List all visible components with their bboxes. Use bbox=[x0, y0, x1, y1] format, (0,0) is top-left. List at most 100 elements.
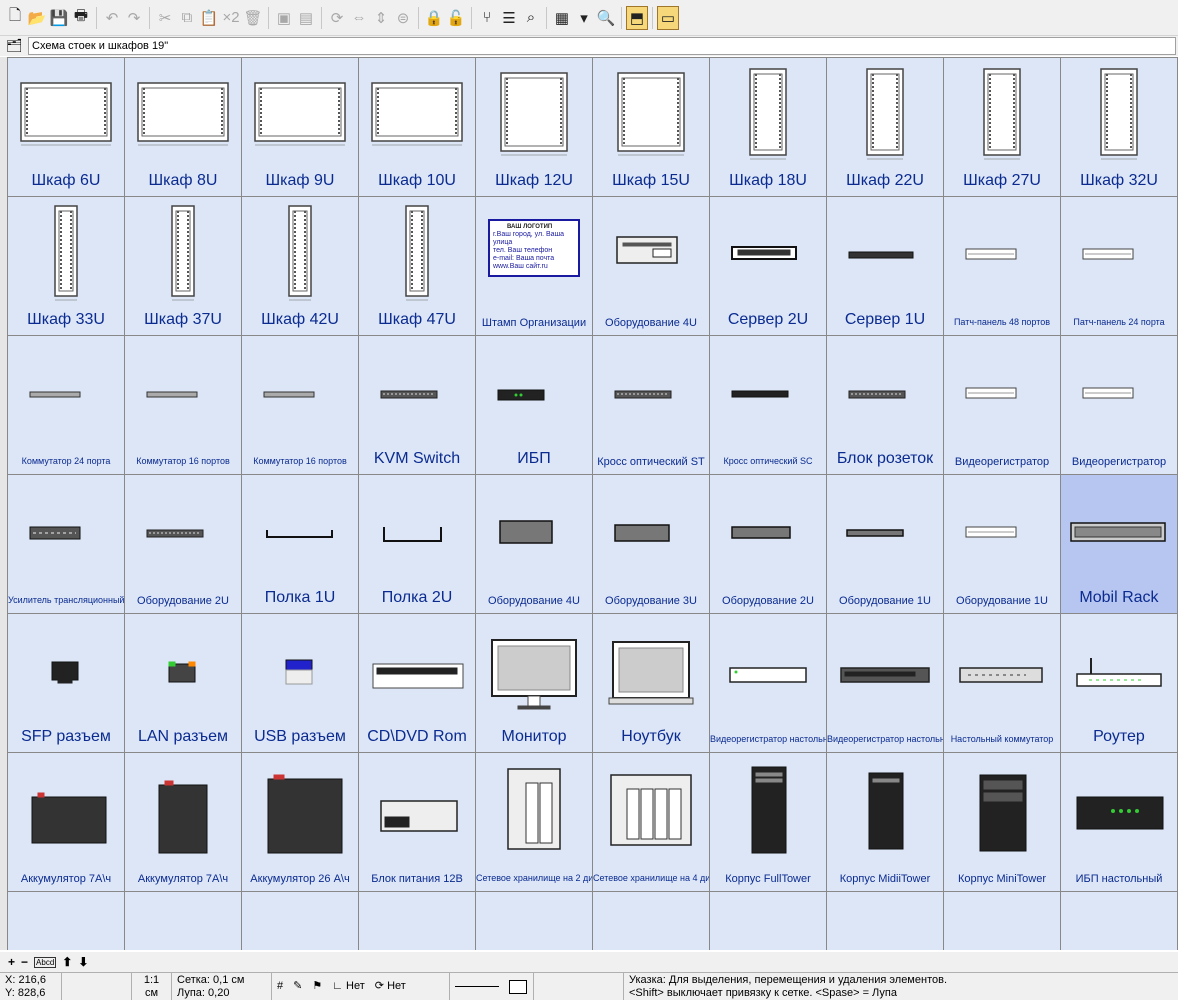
library-item[interactable]: Корпус MidiiTower bbox=[827, 753, 944, 892]
library-item[interactable]: Коммутатор 16 портов bbox=[242, 336, 359, 475]
angle-snap-toggle[interactable]: ∟ Нет bbox=[332, 980, 365, 993]
scroll-down-button[interactable]: ⬇ bbox=[78, 955, 88, 969]
library-item[interactable] bbox=[710, 892, 827, 950]
scroll-up-button[interactable]: ⬆ bbox=[62, 955, 72, 969]
library-item[interactable]: Шкаф 22U bbox=[827, 58, 944, 197]
grid-button[interactable]: ▦ bbox=[551, 6, 573, 30]
print-button[interactable]: 🖶 bbox=[70, 6, 92, 30]
library-item[interactable]: Mobil Rack bbox=[1061, 475, 1178, 614]
library-item[interactable]: Шкаф 10U bbox=[359, 58, 476, 197]
library-item[interactable]: CD\DVD Rom bbox=[359, 614, 476, 753]
grid-dropdown-button[interactable]: ▾ bbox=[573, 6, 595, 30]
duplicate-button[interactable]: ×2 bbox=[220, 6, 242, 30]
lock-button[interactable]: 🔒 bbox=[423, 6, 445, 30]
library-item[interactable]: Кросс оптический SC bbox=[710, 336, 827, 475]
line-style-selector[interactable] bbox=[450, 973, 534, 1000]
library-item[interactable]: Ноутбук bbox=[593, 614, 710, 753]
library-item[interactable]: Шкаф 33U bbox=[8, 197, 125, 336]
bring-front-button[interactable]: ▣ bbox=[273, 6, 295, 30]
delete-button[interactable]: 🗑 bbox=[242, 6, 264, 30]
zoom-in-button[interactable]: + bbox=[8, 955, 15, 969]
library-item[interactable] bbox=[125, 892, 242, 950]
redo-button[interactable]: ↷ bbox=[123, 6, 145, 30]
library-item[interactable]: Оборудование 1U bbox=[827, 475, 944, 614]
library-item[interactable]: Аккумулятор 7А\ч bbox=[8, 753, 125, 892]
library-item[interactable]: Видеорегистратор bbox=[1061, 336, 1178, 475]
library-item[interactable]: Кросс оптический ST bbox=[593, 336, 710, 475]
paint-tool-button[interactable]: ⬒ bbox=[626, 5, 648, 30]
library-item[interactable]: Коммутатор 16 портов bbox=[125, 336, 242, 475]
library-item[interactable]: Сетевое хранилище на 2 диска bbox=[476, 753, 593, 892]
library-item[interactable]: SFP разъем bbox=[8, 614, 125, 753]
library-item[interactable]: Полка 2U bbox=[359, 475, 476, 614]
library-item[interactable] bbox=[242, 892, 359, 950]
library-item[interactable]: Шкаф 8U bbox=[125, 58, 242, 197]
paste-button[interactable]: 📋 bbox=[198, 6, 220, 30]
document-title-field[interactable]: Схема стоек и шкафов 19" bbox=[28, 37, 1176, 55]
library-item[interactable]: Аккумулятор 7А\ч bbox=[125, 753, 242, 892]
library-item[interactable]: Роутер bbox=[1061, 614, 1178, 753]
library-item[interactable]: Оборудование 2U bbox=[710, 475, 827, 614]
zoom-out-button[interactable]: − bbox=[21, 955, 28, 969]
cut-button[interactable]: ✂ bbox=[154, 6, 176, 30]
open-folder-button[interactable]: 📂 bbox=[26, 6, 48, 30]
library-item[interactable] bbox=[1061, 892, 1178, 950]
flip-vertical-button[interactable]: ⇕ bbox=[370, 6, 392, 30]
find-button[interactable]: ⌕ bbox=[520, 6, 542, 30]
library-item[interactable]: Шкаф 18U bbox=[710, 58, 827, 197]
library-item[interactable] bbox=[8, 892, 125, 950]
library-item[interactable]: Сервер 2U bbox=[710, 197, 827, 336]
library-item[interactable]: Корпус FullTower bbox=[710, 753, 827, 892]
library-item[interactable]: Оборудование 3U bbox=[593, 475, 710, 614]
library-item[interactable]: Видеорегистратор настольный bbox=[827, 614, 944, 753]
library-item[interactable] bbox=[944, 892, 1061, 950]
send-back-button[interactable]: ▤ bbox=[295, 6, 317, 30]
pen-icon[interactable]: ✎ bbox=[293, 980, 302, 993]
library-item[interactable]: Шкаф 47U bbox=[359, 197, 476, 336]
library-item[interactable]: Патч-панель 48 портов bbox=[944, 197, 1061, 336]
library-item[interactable] bbox=[593, 892, 710, 950]
library-item[interactable]: Полка 1U bbox=[242, 475, 359, 614]
library-item[interactable]: Шкаф 12U bbox=[476, 58, 593, 197]
library-item[interactable]: Шкаф 27U bbox=[944, 58, 1061, 197]
library-item[interactable]: Настольный коммутатор bbox=[944, 614, 1061, 753]
library-item[interactable]: Сервер 1U bbox=[827, 197, 944, 336]
unlock-button[interactable]: 🔓 bbox=[445, 6, 467, 30]
library-item[interactable]: Шкаф 9U bbox=[242, 58, 359, 197]
new-document-button[interactable]: 🗋 bbox=[4, 6, 26, 30]
grid-snap-icon[interactable]: # bbox=[277, 980, 283, 993]
flip-horizontal-button[interactable]: ⇔ bbox=[348, 6, 370, 30]
properties-button[interactable]: ☰ bbox=[498, 6, 520, 30]
library-item[interactable]: Корпус MiniTower bbox=[944, 753, 1061, 892]
library-item[interactable]: Блок розеток bbox=[827, 336, 944, 475]
undo-button[interactable]: ↶ bbox=[101, 6, 123, 30]
library-item[interactable]: Блок питания 12В bbox=[359, 753, 476, 892]
library-item[interactable]: Шкаф 15U bbox=[593, 58, 710, 197]
library-item[interactable]: Коммутатор 24 порта bbox=[8, 336, 125, 475]
library-scrollbar[interactable] bbox=[0, 57, 7, 950]
library-item[interactable]: Шкаф 6U bbox=[8, 58, 125, 197]
library-item[interactable]: Шкаф 32U bbox=[1061, 58, 1178, 197]
frame-tool-button[interactable]: ▭ bbox=[657, 5, 679, 30]
library-item[interactable]: Шкаф 42U bbox=[242, 197, 359, 336]
library-item[interactable]: KVM Switch bbox=[359, 336, 476, 475]
zoom-button[interactable]: 🔍 bbox=[595, 6, 617, 30]
library-item[interactable] bbox=[476, 892, 593, 950]
library-item[interactable]: USB разъем bbox=[242, 614, 359, 753]
library-item[interactable]: LAN разъем bbox=[125, 614, 242, 753]
copy-button[interactable]: ⧉ bbox=[176, 6, 198, 30]
ungroup-button[interactable]: ⊜ bbox=[392, 6, 414, 30]
library-item[interactable]: Усилитель трансляционный bbox=[8, 475, 125, 614]
library-item[interactable] bbox=[359, 892, 476, 950]
library-item[interactable]: Оборудование 2U bbox=[125, 475, 242, 614]
library-item[interactable]: ВАШ ЛОГОТИП г.Ваш город, ул. Ваша улица … bbox=[476, 197, 593, 336]
library-item[interactable]: Оборудование 4U bbox=[476, 475, 593, 614]
library-item[interactable]: Оборудование 4U bbox=[593, 197, 710, 336]
save-button[interactable]: 💾 bbox=[48, 6, 70, 30]
flag-icon[interactable]: ⚑ bbox=[312, 980, 322, 993]
library-item[interactable]: Видеорегистратор bbox=[944, 336, 1061, 475]
library-item[interactable] bbox=[827, 892, 944, 950]
library-item[interactable]: Сетевое хранилище на 4 диска bbox=[593, 753, 710, 892]
library-item[interactable]: Видеорегистратор настольный bbox=[710, 614, 827, 753]
text-tool-button[interactable]: Abcd bbox=[34, 956, 57, 968]
